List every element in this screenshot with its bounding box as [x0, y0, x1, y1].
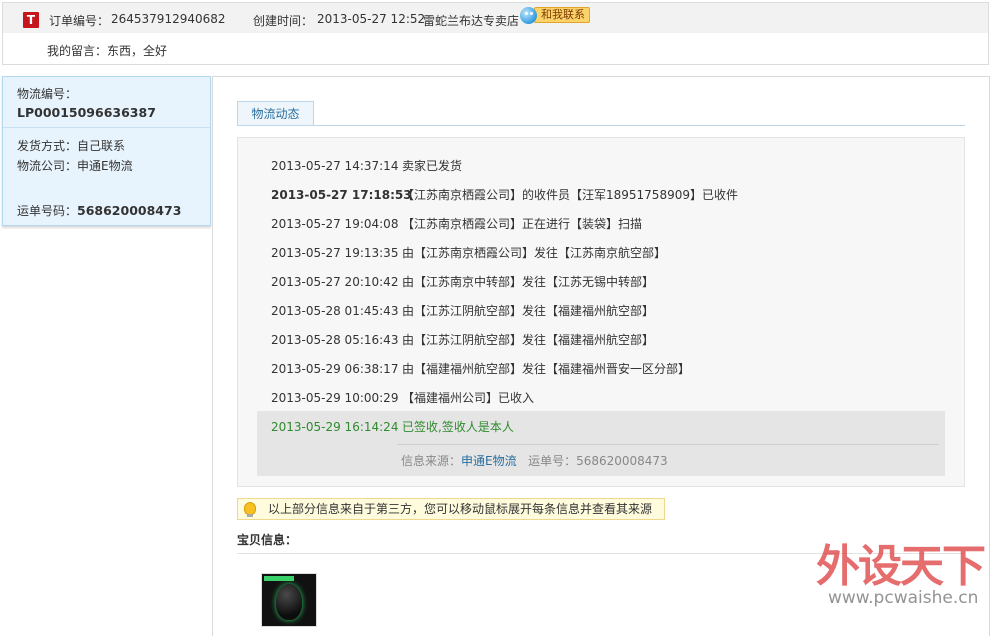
- timeline-row: 2013-05-28 05:16:43 由【江苏江阴航空部】发往【福建福州航空部】: [271, 331, 654, 348]
- watermark-url: www.pcwaishe.cn: [828, 588, 979, 608]
- panel-divider: [3, 127, 210, 128]
- order-header: T 订单编号： 264537912940682 创建时间： 2013-05-27…: [2, 2, 989, 34]
- notice-text: 以上部分信息来自于第三方，您可以移动鼠标展开每条信息并查看其来源: [268, 502, 653, 516]
- timeline-row: 2013-05-29 10:00:29 【福建福州公司】已收入: [271, 389, 534, 406]
- timeline-row: 2013-05-27 17:18:53【江苏南京栖霞公司】的收件员【汪军1895…: [271, 186, 738, 203]
- timeline-event: 由【江苏南京栖霞公司】发往【江苏南京航空部】: [402, 246, 667, 260]
- timeline-time: 2013-05-28 05:16:43: [271, 333, 399, 347]
- source-label: 信息来源：: [401, 454, 462, 468]
- source-waybill-label: 运单号：: [528, 454, 577, 468]
- timeline-row: 2013-05-27 19:13:35 由【江苏南京栖霞公司】发往【江苏南京航空部…: [271, 244, 666, 261]
- timeline-row: 2013-05-27 19:04:08 【江苏南京栖霞公司】正在进行【装袋】扫描: [271, 215, 642, 232]
- wangwang-icon: [520, 6, 537, 24]
- created-time: 2013-05-27 12:52: [317, 12, 426, 26]
- ship-method-label: 发货方式：: [17, 139, 78, 153]
- timeline-event: 【江苏南京栖霞公司】正在进行【装袋】扫描: [402, 217, 643, 231]
- waybill: 运单号码：568620008473: [17, 202, 181, 219]
- watermark: 外设天下 www.pcwaishe.cn: [808, 530, 998, 615]
- third-party-notice: 以上部分信息来自于第三方，您可以移动鼠标展开每条信息并查看其来源: [237, 498, 665, 520]
- timeline-row: 2013-05-28 01:45:43 由【江苏江阴航空部】发往【福建福州航空部】: [271, 302, 654, 319]
- shop-name[interactable]: 雷蛇兰布达专卖店: [423, 12, 519, 29]
- message-row: 我的留言：东西，全好: [2, 33, 989, 65]
- timeline-event: 由【江苏南京中转部】发往【江苏无锡中转部】: [402, 275, 655, 289]
- item-info-title: 宝贝信息：: [237, 533, 298, 547]
- contact-label: 和我联系: [534, 7, 590, 23]
- box-label-strip: [264, 576, 294, 581]
- message-text: 东西，全好: [107, 44, 168, 58]
- lightbulb-icon: [244, 502, 256, 517]
- source-waybill: 568620008473: [576, 454, 668, 468]
- timeline-event: 卖家已发货: [402, 159, 463, 173]
- timeline-time: 2013-05-27 14:37:14: [271, 159, 399, 173]
- mouse-image: [276, 584, 302, 620]
- logistics-no: LP00015096636387: [17, 105, 156, 120]
- timeline-time: 2013-05-27 17:18:53: [271, 188, 412, 202]
- timeline-time: 2013-05-29 10:00:29: [271, 391, 399, 405]
- info-source: 信息来源：申通E物流 运单号：568620008473: [401, 452, 668, 469]
- company-label: 物流公司：: [17, 159, 78, 173]
- tab-underline: [237, 125, 965, 126]
- timeline-time: 2013-05-27 19:04:08: [271, 217, 399, 231]
- waybill-label: 运单号码：: [17, 204, 78, 218]
- order-no-label: 订单编号：: [49, 14, 110, 28]
- timeline-row: 2013-05-27 14:37:14 卖家已发货: [271, 157, 462, 174]
- ship-method-value: 自己联系: [77, 139, 126, 153]
- timeline-event: 【福建福州公司】已收入: [402, 391, 535, 405]
- timeline-time: 2013-05-29 16:14:24: [271, 420, 399, 434]
- timeline-event: 由【江苏江阴航空部】发往【福建福州航空部】: [402, 304, 655, 318]
- logistics-company: 物流公司：申通E物流: [17, 157, 133, 174]
- product-thumbnail[interactable]: [261, 573, 317, 627]
- message: 我的留言：东西，全好: [47, 42, 167, 59]
- watermark-logo: 外设天下: [816, 541, 986, 592]
- logistics-no-label: 物流编号：: [17, 87, 78, 101]
- created-label: 创建时间：: [253, 14, 314, 28]
- timeline-row: 2013-05-27 20:10:42 由【江苏南京中转部】发往【江苏无锡中转部】: [271, 273, 654, 290]
- source-divider: [397, 444, 939, 445]
- order-no: 264537912940682: [111, 12, 226, 26]
- contact-seller-button[interactable]: 和我联系: [520, 6, 590, 24]
- logistics-info-panel: 物流编号： LP00015096636387 发货方式：自己联系 物流公司：申通…: [2, 76, 211, 226]
- message-label: 我的留言：: [47, 44, 108, 58]
- timeline-event: 【江苏南京栖霞公司】的收件员【汪军18951758909】已收件: [402, 188, 738, 202]
- ship-method: 发货方式：自己联系: [17, 137, 125, 154]
- timeline-time: 2013-05-29 06:38:17: [271, 362, 399, 376]
- source-link[interactable]: 申通E物流: [461, 454, 517, 468]
- timeline-row-latest[interactable]: 2013-05-29 16:14:24 已签收,签收人是本人: [271, 418, 514, 435]
- company-value: 申通E物流: [77, 159, 133, 173]
- timeline-row: 2013-05-29 06:38:17 由【福建福州航空部】发往【福建福州晋安一区…: [271, 360, 690, 377]
- waybill-value: 568620008473: [77, 203, 182, 218]
- timeline-event: 由【福建福州航空部】发往【福建福州晋安一区分部】: [402, 362, 691, 376]
- timeline-time: 2013-05-27 19:13:35: [271, 246, 399, 260]
- timeline-event: 由【江苏江阴航空部】发往【福建福州航空部】: [402, 333, 655, 347]
- timeline-time: 2013-05-27 20:10:42: [271, 275, 399, 289]
- timeline-time: 2013-05-28 01:45:43: [271, 304, 399, 318]
- timeline-event: 已签收,签收人是本人: [402, 420, 514, 434]
- tab-logistics-tracking[interactable]: 物流动态: [237, 101, 314, 125]
- tmall-logo-icon: T: [23, 12, 39, 28]
